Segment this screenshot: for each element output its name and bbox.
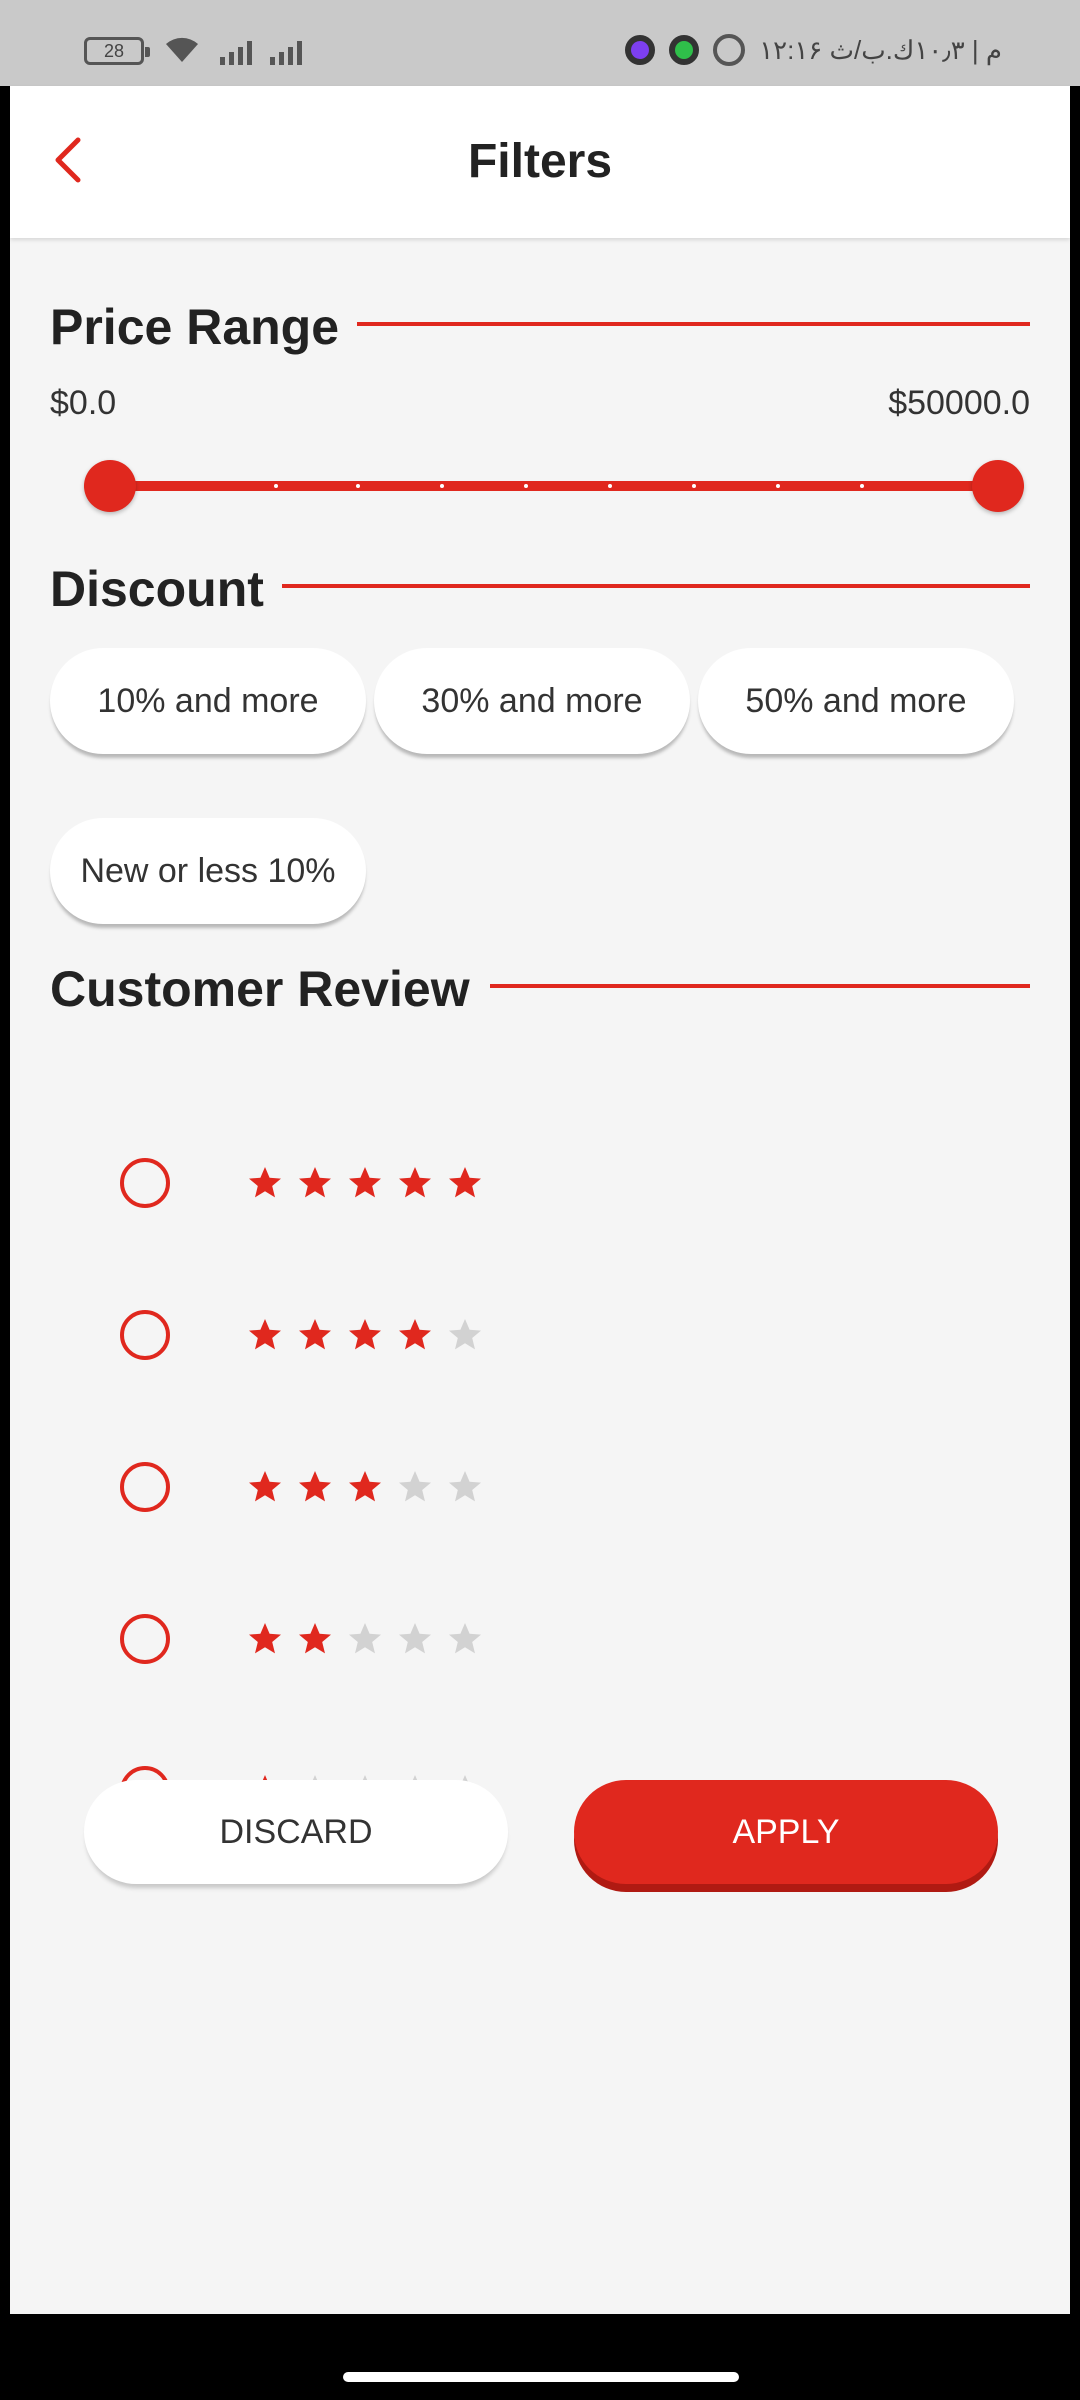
star-empty-icon (399, 1623, 431, 1654)
app-header: Filters (10, 86, 1070, 238)
radio-button[interactable] (120, 1158, 170, 1208)
radio-button[interactable] (120, 1614, 170, 1664)
star-filled-icon (299, 1623, 331, 1654)
star-filled-icon (249, 1471, 281, 1502)
radio-button[interactable] (120, 1310, 170, 1360)
slider-thumb-min[interactable] (84, 460, 136, 512)
section-title-customer-review: Customer Review (50, 960, 488, 1018)
home-indicator[interactable] (343, 2372, 739, 2382)
slider-tick (356, 484, 360, 488)
price-range-slider[interactable] (84, 460, 1024, 512)
star-filled-icon (249, 1623, 281, 1654)
star-filled-icon (349, 1319, 381, 1350)
star-empty-icon (449, 1471, 481, 1502)
section-divider (280, 584, 1030, 588)
star-filled-icon (399, 1319, 431, 1350)
price-min-label: $0.0 (50, 384, 117, 422)
star-rating (248, 1318, 482, 1352)
section-divider (490, 984, 1030, 988)
radio-button[interactable] (120, 1462, 170, 1512)
star-rating (248, 1470, 482, 1504)
star-empty-icon (449, 1623, 481, 1654)
star-rating (248, 1166, 482, 1200)
star-rating (248, 1622, 482, 1656)
discard-button[interactable]: DISCARD (84, 1780, 508, 1884)
review-option-4-stars[interactable] (120, 1300, 482, 1370)
slider-tick (440, 484, 444, 488)
signal-icon (270, 37, 302, 65)
star-empty-icon (449, 1319, 481, 1350)
battery-icon: 28 (84, 37, 150, 65)
slider-tick (608, 484, 612, 488)
star-filled-icon (299, 1471, 331, 1502)
review-option-3-stars[interactable] (120, 1452, 482, 1522)
discount-chip-10[interactable]: 10% and more (50, 648, 366, 754)
slider-track (84, 481, 1024, 491)
slider-tick (692, 484, 696, 488)
review-option-5-stars[interactable] (120, 1148, 482, 1218)
apply-button[interactable]: APPLY (574, 1780, 998, 1884)
status-time: ۱۲:۱۶ م | ۱۰٫۳ك.ب/ث (759, 34, 1002, 65)
wifi-icon (162, 34, 202, 68)
section-title-discount: Discount (50, 560, 282, 618)
app-icon-purple (625, 35, 656, 65)
discount-chip-50[interactable]: 50% and more (698, 648, 1014, 754)
status-icons-right: ۱۲:۱۶ م | ۱۰٫۳ك.ب/ث (625, 34, 1002, 66)
status-bar: 28 ۱۲:۱۶ م | ۱۰٫۳ك.ب/ث (0, 0, 1080, 86)
price-max-label: $50000.0 (888, 384, 1030, 422)
star-filled-icon (299, 1319, 331, 1350)
star-filled-icon (299, 1167, 331, 1198)
slider-tick (776, 484, 780, 488)
discount-chip-new[interactable]: New or less 10% (50, 818, 366, 924)
review-option-2-stars[interactable] (120, 1604, 482, 1674)
status-icons-left: 28 (84, 34, 302, 68)
star-filled-icon (249, 1319, 281, 1350)
section-divider (310, 322, 1030, 326)
slider-tick (860, 484, 864, 488)
slider-tick (524, 484, 528, 488)
section-title-price-range: Price Range (50, 298, 358, 356)
star-filled-icon (449, 1167, 481, 1198)
app-icon-green (669, 35, 700, 65)
star-empty-icon (399, 1471, 431, 1502)
star-filled-icon (399, 1167, 431, 1198)
filters-screen: Filters Price Range $0.0 $50000.0 Discou… (10, 86, 1070, 2314)
slider-tick (274, 484, 278, 488)
signal-icon (220, 37, 252, 65)
alarm-icon (713, 34, 746, 66)
star-filled-icon (349, 1167, 381, 1198)
star-filled-icon (249, 1167, 281, 1198)
star-filled-icon (349, 1471, 381, 1502)
page-title: Filters (467, 135, 613, 188)
discount-chip-30[interactable]: 30% and more (374, 648, 690, 754)
star-empty-icon (349, 1623, 381, 1654)
slider-thumb-max[interactable] (972, 460, 1024, 512)
